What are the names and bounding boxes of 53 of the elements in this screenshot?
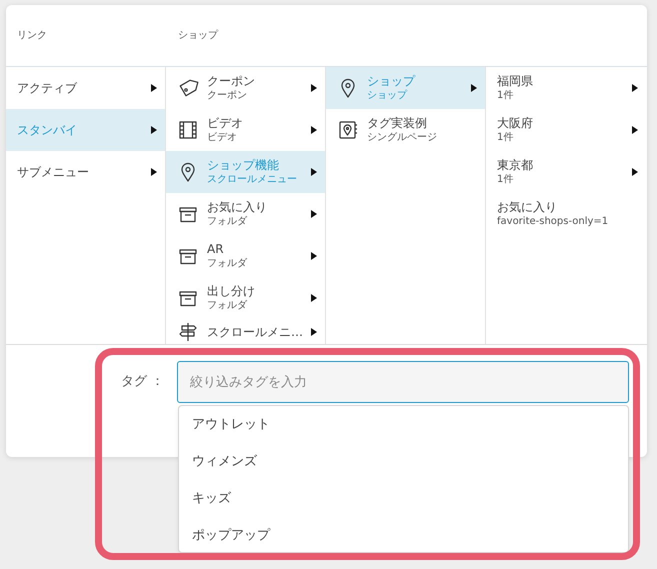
- item-title: ショップ機能: [207, 158, 280, 173]
- menu-item[interactable]: 出し分け フォルダ: [166, 277, 325, 319]
- item-title: 大阪府: [497, 116, 534, 131]
- item-title: アクティブ: [17, 80, 78, 96]
- item-subtitle: スクロールメニュー: [207, 173, 298, 186]
- menu-item[interactable]: 東京都 1件: [486, 151, 646, 193]
- menu-item[interactable]: タグ実装例 シングルページ: [326, 109, 485, 151]
- item-title: お気に入り: [207, 200, 268, 215]
- tag-input-field[interactable]: 絞り込みタグを入力: [177, 361, 629, 403]
- menu-item[interactable]: サブメニュー: [6, 151, 165, 193]
- item-title: ビデオ: [207, 116, 244, 131]
- signpost-icon: [177, 321, 199, 343]
- item-subtitle: 1件: [497, 173, 514, 186]
- item-subtitle: ショップ: [367, 89, 408, 102]
- item-title: クーポン: [207, 74, 256, 89]
- item-title: お気に入り: [497, 200, 558, 215]
- item-title: 出し分け: [207, 284, 256, 299]
- menu-item[interactable]: 大阪府 1件: [486, 109, 646, 151]
- suggestion-item[interactable]: アウトレット: [179, 406, 628, 443]
- film-icon: [177, 119, 199, 141]
- item-title: スタンバイ: [17, 122, 78, 138]
- column-header: ショップ: [178, 28, 218, 43]
- item-subtitle: ビデオ: [207, 131, 238, 144]
- item-title: タグ実装例: [367, 116, 428, 131]
- tag-label: タグ ：: [120, 373, 165, 392]
- item-title: サブメニュー: [17, 164, 90, 180]
- tag-icon: [177, 77, 199, 99]
- notebook-pin-icon: [337, 119, 359, 141]
- item-title: スクロールメニ…: [207, 324, 303, 340]
- item-title: 東京都: [497, 158, 534, 173]
- suggestion-item[interactable]: ポップアップ: [179, 517, 628, 552]
- item-title: AR: [207, 242, 225, 257]
- column-header: リンク: [16, 29, 48, 43]
- menu-item[interactable]: AR フォルダ: [166, 235, 325, 277]
- item-subtitle: 1件: [497, 131, 514, 144]
- item-subtitle: フォルダ: [207, 215, 248, 228]
- menu-item[interactable]: スクロールメニ…: [166, 319, 325, 344]
- item-title: ショップ: [367, 74, 416, 89]
- item-subtitle: 1件: [497, 89, 514, 102]
- suggestion-item[interactable]: ウィメンズ: [179, 443, 628, 480]
- item-subtitle: フォルダ: [207, 257, 248, 270]
- menu-item[interactable]: クーポン クーポン: [166, 67, 325, 109]
- item-subtitle: favorite-shops-only=1: [497, 215, 610, 228]
- menu-item[interactable]: 福岡県 1件: [486, 67, 646, 109]
- item-subtitle: シングルページ: [367, 131, 438, 144]
- suggestion-item[interactable]: キッズ: [179, 480, 628, 517]
- item-subtitle: クーポン: [207, 89, 248, 102]
- item-subtitle: フォルダ: [207, 299, 248, 312]
- menu-item[interactable]: お気に入り favorite-shops-only=1: [486, 193, 646, 235]
- menu-item[interactable]: ビデオ ビデオ: [166, 109, 325, 151]
- menu-item[interactable]: お気に入り フォルダ: [166, 193, 325, 235]
- menu-item[interactable]: アクティブ: [6, 67, 165, 109]
- item-title: 福岡県: [497, 74, 534, 89]
